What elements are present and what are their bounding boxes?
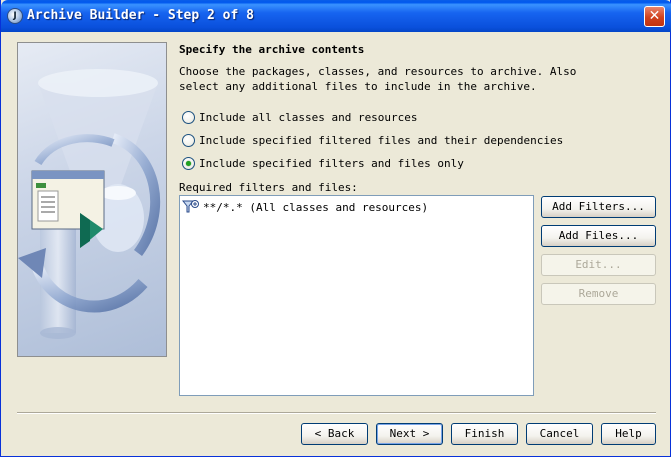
required-filters-list[interactable]: **/*.* (All classes and resources) [179, 195, 534, 396]
archive-illustration-icon [18, 69, 161, 339]
filter-icon [182, 200, 199, 213]
footer-separator [17, 412, 656, 414]
next-button[interactable]: Next > [376, 423, 443, 445]
radio-include-all[interactable] [182, 110, 195, 124]
cancel-button[interactable]: Cancel [526, 423, 593, 445]
close-button[interactable]: ✕ [644, 6, 665, 27]
step-heading: Specify the archive contents [179, 43, 365, 56]
option-include-filters-only-label: Include specified filters and files only [199, 156, 464, 170]
step-description: Choose the packages, classes, and resour… [179, 65, 577, 93]
radio-include-filtered-dependencies[interactable] [182, 133, 195, 147]
add-files-button[interactable]: Add Files... [541, 225, 656, 247]
finish-button[interactable]: Finish [451, 423, 518, 445]
required-filters-label: Required filters and files: [179, 181, 358, 194]
option-include-filters-only[interactable]: Include specified filters and files only [182, 155, 464, 171]
remove-button[interactable]: Remove [541, 283, 656, 305]
app-icon: J [7, 8, 23, 24]
option-include-all-label: Include all classes and resources [199, 110, 418, 124]
add-filters-button[interactable]: Add Filters... [541, 196, 656, 218]
option-include-all[interactable]: Include all classes and resources [182, 109, 418, 125]
option-include-filtered-dependencies[interactable]: Include specified filtered files and the… [182, 132, 563, 148]
list-item[interactable]: **/*.* (All classes and resources) [182, 199, 428, 215]
window-title: Archive Builder - Step 2 of 8 [27, 8, 254, 23]
option-include-filtered-dependencies-label: Include specified filtered files and the… [199, 133, 564, 147]
title-bar[interactable]: J Archive Builder - Step 2 of 8 ✕ [1, 0, 671, 32]
edit-button[interactable]: Edit... [541, 254, 656, 276]
archive-builder-dialog: J Archive Builder - Step 2 of 8 ✕ Specif… [0, 0, 671, 457]
close-icon: ✕ [648, 8, 661, 24]
help-button[interactable]: Help [601, 423, 656, 445]
list-item-text: **/*.* (All classes and resources) [203, 200, 429, 214]
wizard-illustration [17, 42, 167, 357]
back-button[interactable]: < Back [301, 423, 368, 445]
radio-include-filters-only[interactable] [182, 156, 195, 170]
